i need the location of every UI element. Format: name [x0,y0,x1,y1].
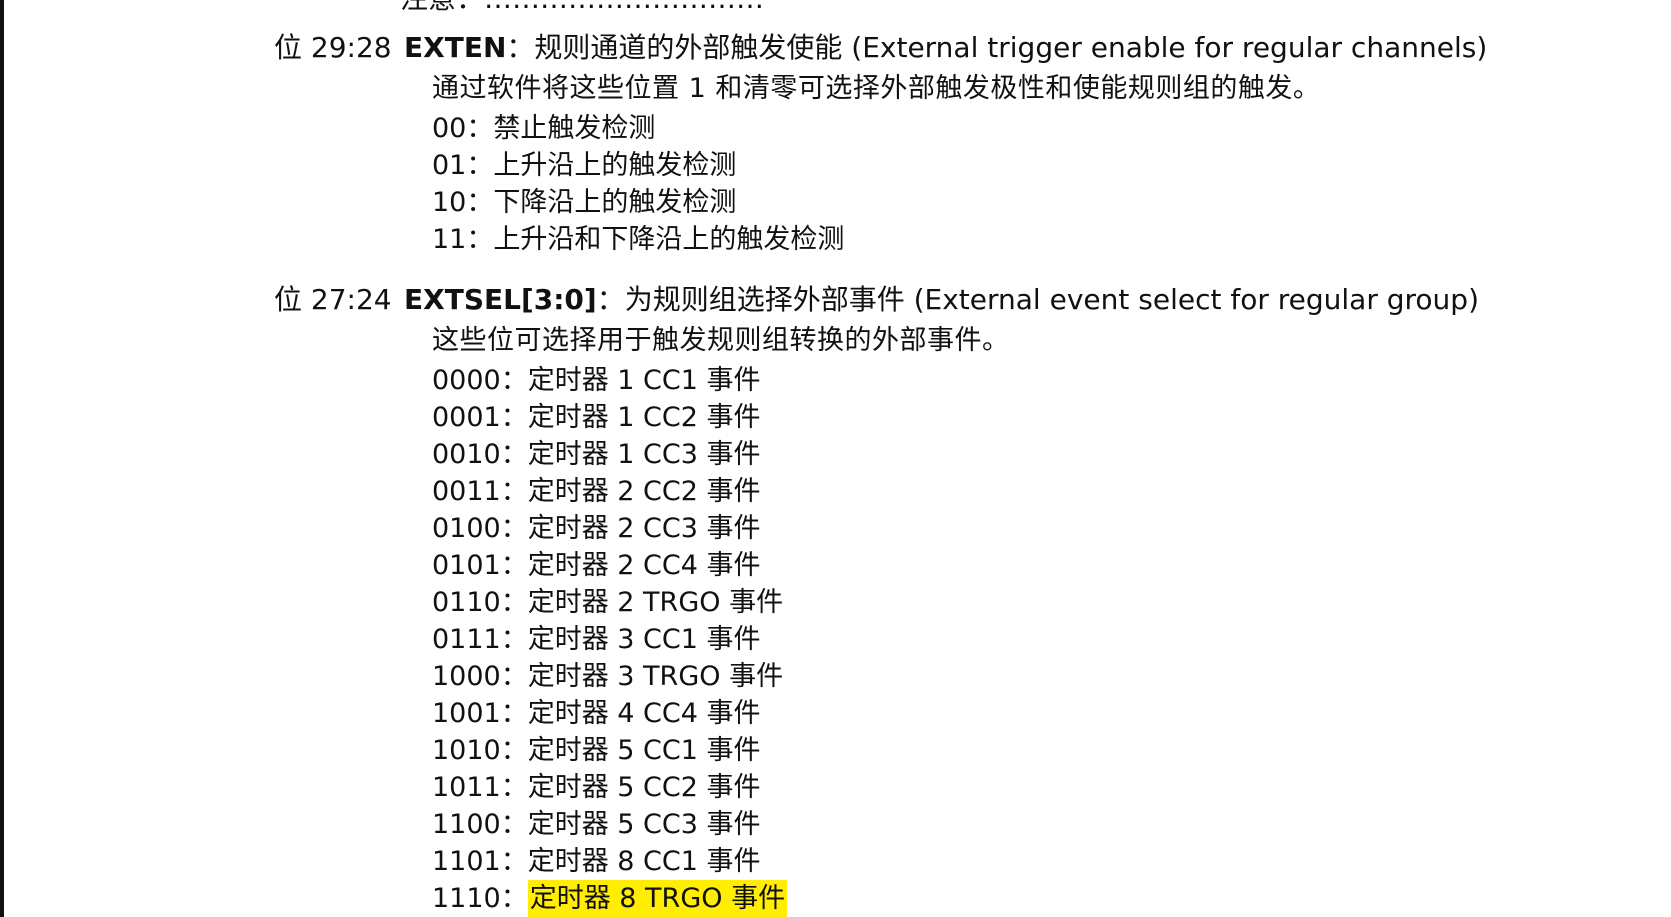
field-exten-name: EXTEN [404,31,507,64]
option-row: 1000：定时器 3 TRGO 事件 [432,658,1614,695]
field-exten: 位 29:28 EXTEN：规则通道的外部触发使能 (External trig… [274,28,1614,258]
field-exten-heading: 位 29:28 EXTEN：规则通道的外部触发使能 (External trig… [274,28,1614,68]
option-text: 定时器 5 CC3 事件 [527,809,761,840]
document-viewer[interactable]: 注意：………………………… 位 29:28 EXTEN：规则通道的外部触发使能 … [0,0,1671,917]
option-code: 01 [432,150,467,181]
option-row: 0001：定时器 1 CC2 事件 [432,399,1614,436]
option-row: 0011：定时器 2 CC2 事件 [432,473,1614,510]
option-separator: ： [500,513,528,544]
field-extsel-name: EXTSEL[3:0] [404,283,597,316]
option-separator: ： [500,809,528,840]
option-separator: ： [500,846,528,877]
option-text: 定时器 1 CC2 事件 [527,402,761,433]
option-separator: ： [500,698,528,729]
option-separator: ： [466,113,494,144]
option-code: 11 [432,224,467,255]
option-text: 定时器 2 TRGO 事件 [527,587,784,618]
option-separator: ： [500,624,528,655]
option-text: 定时器 3 TRGO 事件 [527,661,784,692]
option-row: 1100：定时器 5 CC3 事件 [432,806,1614,843]
option-code: 0000 [432,365,501,396]
option-row: 00：禁止触发检测 [432,110,1614,147]
option-row: 0101：定时器 2 CC4 事件 [432,547,1614,584]
option-text: 定时器 2 CC3 事件 [527,513,761,544]
option-text: 定时器 4 CC4 事件 [527,698,761,729]
page-left-border [0,0,4,917]
option-row: 01：上升沿上的触发检测 [432,147,1614,184]
option-text: 定时器 2 CC2 事件 [527,476,761,507]
field-exten-description: 通过软件将这些位置 1 和清零可选择外部触发极性和使能规则组的触发。 [432,73,1321,104]
option-code: 10 [432,187,467,218]
option-code: 0111 [432,624,501,655]
option-text: 定时器 8 CC1 事件 [527,846,761,877]
option-code: 0011 [432,476,501,507]
option-row: 0000：定时器 1 CC1 事件 [432,362,1614,399]
field-exten-bit-label: 位 29:28 [274,31,392,64]
option-row: 1001：定时器 4 CC4 事件 [432,695,1614,732]
field-extsel-title: EXTSEL[3:0]：为规则组选择外部事件 (External event s… [404,280,1479,320]
option-row: 10：下降沿上的触发检测 [432,184,1614,221]
option-code: 1100 [432,809,501,840]
option-separator: ： [500,439,528,470]
option-separator: ： [466,187,494,218]
field-exten-title: EXTEN：规则通道的外部触发使能 (External trigger enab… [404,28,1487,68]
field-exten-options: 00：禁止触发检测 01：上升沿上的触发检测 10：下降沿上的触发检测 11：上… [432,110,1614,258]
option-text: 定时器 5 CC1 事件 [527,735,761,766]
option-code: 0010 [432,439,501,470]
option-separator: ： [500,735,528,766]
document-page[interactable]: 注意：………………………… 位 29:28 EXTEN：规则通道的外部触发使能 … [0,0,1671,917]
option-row: 1011：定时器 5 CC2 事件 [432,769,1614,806]
option-text: 定时器 1 CC1 事件 [527,365,761,396]
option-text: 下降沿上的触发检测 [493,187,737,218]
option-text: 上升沿上的触发检测 [493,150,737,181]
option-code: 1110 [432,883,501,914]
option-separator: ： [466,224,494,255]
option-text: 定时器 5 CC2 事件 [527,772,761,803]
option-text: 定时器 1 CC3 事件 [527,439,761,470]
option-code: 00 [432,113,467,144]
option-code: 1001 [432,698,501,729]
option-code: 0001 [432,402,501,433]
option-row: 11：上升沿和下降沿上的触发检测 [432,221,1614,258]
field-extsel-description: 这些位可选择用于触发规则组转换的外部事件。 [432,325,1010,356]
option-separator: ： [500,883,528,914]
option-text: 禁止触发检测 [493,113,656,144]
field-extsel-title-rest: ：为规则组选择外部事件 (External event select for r… [596,283,1479,316]
option-row: 1101：定时器 8 CC1 事件 [432,843,1614,880]
option-text: 定时器 2 CC4 事件 [527,550,761,581]
option-separator: ： [500,587,528,618]
option-row: 0100：定时器 2 CC3 事件 [432,510,1614,547]
option-separator: ： [500,476,528,507]
option-code: 0101 [432,550,501,581]
field-extsel-bit-label: 位 27:24 [274,283,392,316]
field-extsel: 位 27:24 EXTSEL[3:0]：为规则组选择外部事件 (External… [274,280,1614,917]
highlighted-option-text[interactable]: 定时器 8 TRGO 事件 [527,880,788,917]
option-code: 0100 [432,513,501,544]
option-row-highlighted: 1110：定时器 8 TRGO 事件 [432,880,1614,917]
option-text: 定时器 3 CC1 事件 [527,624,761,655]
option-code: 1010 [432,735,501,766]
option-row: 0111：定时器 3 CC1 事件 [432,621,1614,658]
field-exten-title-rest: ：规则通道的外部触发使能 (External trigger enable fo… [506,31,1488,64]
option-code: 0110 [432,587,501,618]
option-separator: ： [500,661,528,692]
option-row: 1010：定时器 5 CC1 事件 [432,732,1614,769]
option-separator: ： [500,402,528,433]
cut-off-top-text: 注意：………………………… [400,0,764,16]
option-separator: ： [500,550,528,581]
option-text: 上升沿和下降沿上的触发检测 [493,224,845,255]
option-separator: ： [466,150,494,181]
option-row: 0010：定时器 1 CC3 事件 [432,436,1614,473]
option-code: 1101 [432,846,501,877]
option-separator: ： [500,772,528,803]
field-extsel-options: 0000：定时器 1 CC1 事件 0001：定时器 1 CC2 事件 0010… [432,362,1614,917]
field-extsel-heading: 位 27:24 EXTSEL[3:0]：为规则组选择外部事件 (External… [274,280,1614,320]
option-code: 1000 [432,661,501,692]
option-code: 1011 [432,772,501,803]
option-row: 0110：定时器 2 TRGO 事件 [432,584,1614,621]
option-separator: ： [500,365,528,396]
